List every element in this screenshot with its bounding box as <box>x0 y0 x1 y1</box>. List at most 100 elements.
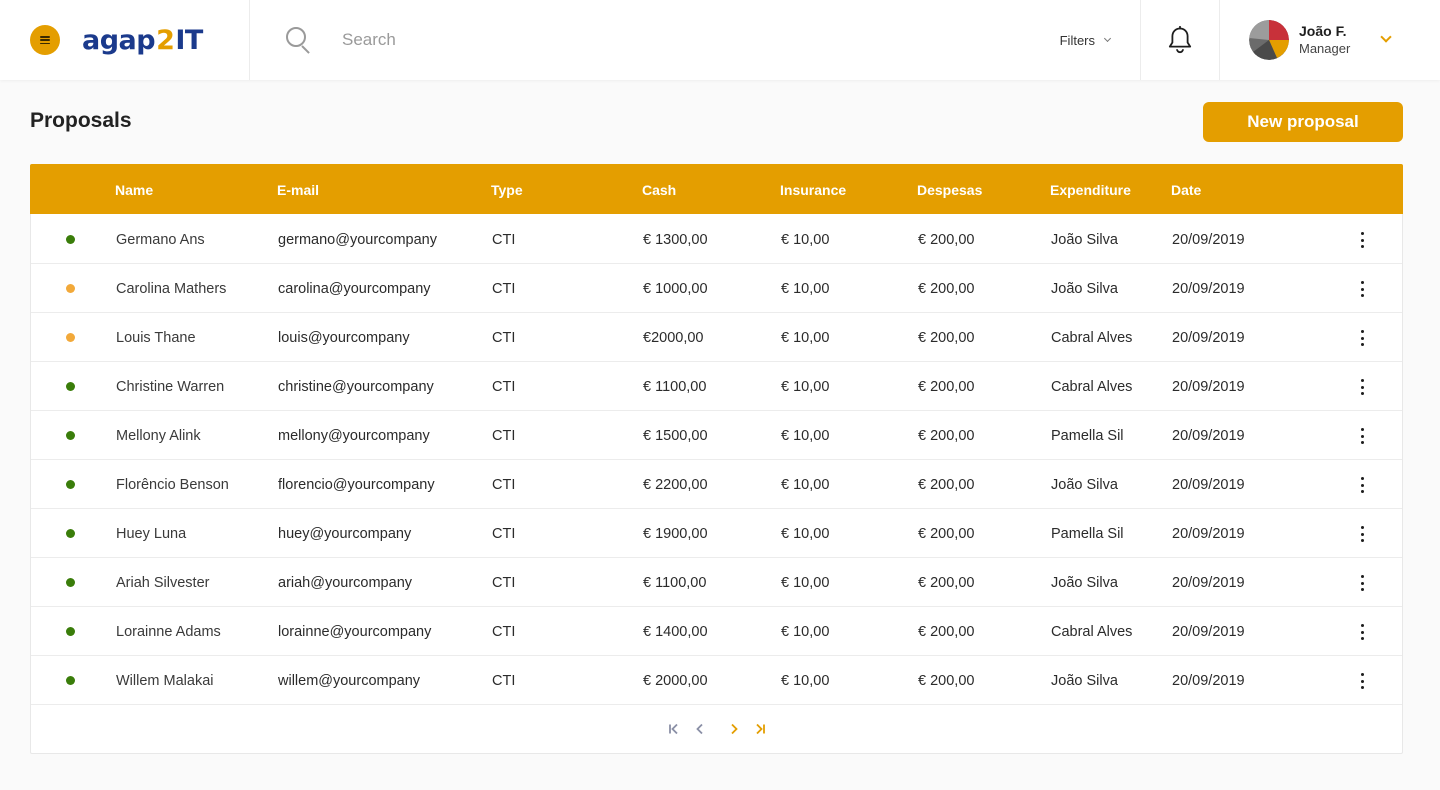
cell-despesas: € 200,00 <box>918 281 975 297</box>
cell-insurance: € 10,00 <box>781 673 830 689</box>
status-dot <box>66 235 75 244</box>
search-bar: Filters <box>250 0 1140 80</box>
table-row[interactable]: Ariah Silvester ariah@yourcompany CTI € 110… <box>31 558 1402 607</box>
cell-despesas: € 200,00 <box>918 526 975 542</box>
cell-date: 20/09/2019 <box>1172 232 1245 248</box>
cell-despesas: € 200,00 <box>918 624 975 640</box>
cell-insurance: € 10,00 <box>781 477 830 493</box>
cell-email: mellony@yourcompany <box>278 428 430 444</box>
cell-email: willem@yourcompany <box>278 673 421 689</box>
cell-type: CTI <box>492 232 516 248</box>
more-options-icon[interactable] <box>1355 671 1369 691</box>
notifications-button[interactable] <box>1140 0 1220 80</box>
cell-expenditure: João Silva <box>1051 232 1118 248</box>
column-header-type[interactable]: Type <box>491 164 523 214</box>
last-page-icon[interactable] <box>753 722 767 736</box>
next-page-icon[interactable] <box>727 722 741 736</box>
table-row[interactable]: Mellony Alink mellony@yourcompany CTI € 150… <box>31 411 1402 460</box>
cell-name: Huey Luna <box>116 526 187 542</box>
agap2it-logo[interactable]: agap 2 IT <box>82 27 203 54</box>
column-header-email[interactable]: E-mail <box>277 164 319 214</box>
first-page-icon[interactable] <box>667 722 681 736</box>
more-options-icon[interactable] <box>1355 622 1369 642</box>
logo-text-two: 2 <box>156 24 175 56</box>
cell-insurance: € 10,00 <box>781 232 830 248</box>
status-dot <box>66 676 75 685</box>
cell-cash: € 2000,00 <box>643 673 708 689</box>
cell-name: Lorainne Adams <box>116 624 221 640</box>
cell-despesas: € 200,00 <box>918 330 975 346</box>
cell-cash: € 1100,00 <box>643 575 707 591</box>
cell-type: CTI <box>492 526 516 542</box>
user-role: Manager <box>1299 40 1351 56</box>
cell-name: Mellony Alink <box>116 428 201 444</box>
more-options-icon[interactable] <box>1355 230 1369 250</box>
table-header: Name E-mail Type Cash Insurance Despesas… <box>30 164 1403 214</box>
cell-name: Germano Ans <box>116 232 205 248</box>
cell-expenditure: João Silva <box>1051 673 1118 689</box>
cell-email: louis@yourcompany <box>278 330 410 346</box>
logo-text-it: IT <box>175 24 203 56</box>
more-options-icon[interactable] <box>1355 377 1369 397</box>
cell-date: 20/09/2019 <box>1172 526 1245 542</box>
cell-despesas: € 200,00 <box>918 673 975 689</box>
avatar <box>1249 20 1289 60</box>
column-header-despesas[interactable]: Despesas <box>917 164 982 214</box>
more-options-icon[interactable] <box>1355 426 1369 446</box>
status-dot <box>66 333 75 342</box>
cell-email: huey@yourcompany <box>278 526 412 542</box>
filters-dropdown[interactable]: Filters <box>1059 0 1112 80</box>
column-header-name[interactable]: Name <box>115 164 153 214</box>
more-options-icon[interactable] <box>1355 279 1369 299</box>
filters-label: Filters <box>1059 32 1095 48</box>
more-options-icon[interactable] <box>1355 328 1369 348</box>
column-header-insurance[interactable]: Insurance <box>780 164 846 214</box>
cell-date: 20/09/2019 <box>1172 477 1245 493</box>
status-dot <box>66 284 75 293</box>
status-dot <box>66 578 75 587</box>
table-row[interactable]: Christine Warren christine@yourcompany CTI… <box>31 362 1402 411</box>
more-options-icon[interactable] <box>1355 475 1369 495</box>
cell-despesas: € 200,00 <box>918 379 975 395</box>
menu-button[interactable] <box>30 25 60 55</box>
table-row[interactable]: Florêncio Benson florencio@yourcompany CTI… <box>31 460 1402 509</box>
cell-name: Carolina Mathers <box>116 281 227 297</box>
status-dot <box>66 431 75 440</box>
bell-icon <box>1168 26 1192 54</box>
cell-expenditure: Pamella Sil <box>1051 526 1124 542</box>
cell-email: germano@yourcompany <box>278 232 437 248</box>
cell-cash: € 1400,00 <box>643 624 708 640</box>
cell-expenditure: Pamella Sil <box>1051 428 1124 444</box>
cell-type: CTI <box>492 477 516 493</box>
prev-page-icon[interactable] <box>693 722 707 736</box>
more-options-icon[interactable] <box>1355 573 1369 593</box>
cell-email: christine@yourcompany <box>278 379 434 395</box>
brand-area: agap 2 IT <box>0 0 250 80</box>
more-options-icon[interactable] <box>1355 524 1369 544</box>
search-icon[interactable] <box>286 27 312 54</box>
top-bar: agap2IT Filters João F. <box>0 0 1440 80</box>
table-row[interactable]: Willem Malakai willem@yourcompany CTI € 200… <box>31 656 1402 705</box>
column-header-date[interactable]: Date <box>1171 164 1201 214</box>
table-row[interactable]: Huey Luna huey@yourcompany CTI € 1900,00 € 1… <box>31 509 1402 558</box>
table-row[interactable]: Lorainne Adams lorainne@yourcompany CTI € 1… <box>31 607 1402 656</box>
column-header-expenditure[interactable]: Expenditure <box>1050 164 1131 214</box>
cell-despesas: € 200,00 <box>918 232 975 248</box>
column-header-cash[interactable]: Cash <box>642 164 676 214</box>
search-input[interactable] <box>342 30 942 50</box>
user-menu[interactable]: João F. Manager <box>1220 0 1440 80</box>
cell-email: florencio@yourcompany <box>278 477 435 493</box>
table-row[interactable]: Germano Ans germano@yourcompany CTI € 1300,… <box>31 215 1402 264</box>
cell-type: CTI <box>492 281 516 297</box>
cell-cash: € 2200,00 <box>643 477 708 493</box>
status-dot <box>66 480 75 489</box>
cell-name: Florêncio Benson <box>116 477 229 493</box>
new-proposal-button[interactable]: New proposal <box>1203 102 1403 142</box>
table-row[interactable]: Louis Thane louis@yourcompany CTI €2000,00 €… <box>31 313 1402 362</box>
cell-insurance: € 10,00 <box>781 428 830 444</box>
cell-type: CTI <box>492 624 516 640</box>
cell-type: CTI <box>492 575 516 591</box>
status-dot <box>66 382 75 391</box>
cell-expenditure: João Silva <box>1051 575 1118 591</box>
table-row[interactable]: Carolina Mathers carolina@yourcompany CTI €… <box>31 264 1402 313</box>
